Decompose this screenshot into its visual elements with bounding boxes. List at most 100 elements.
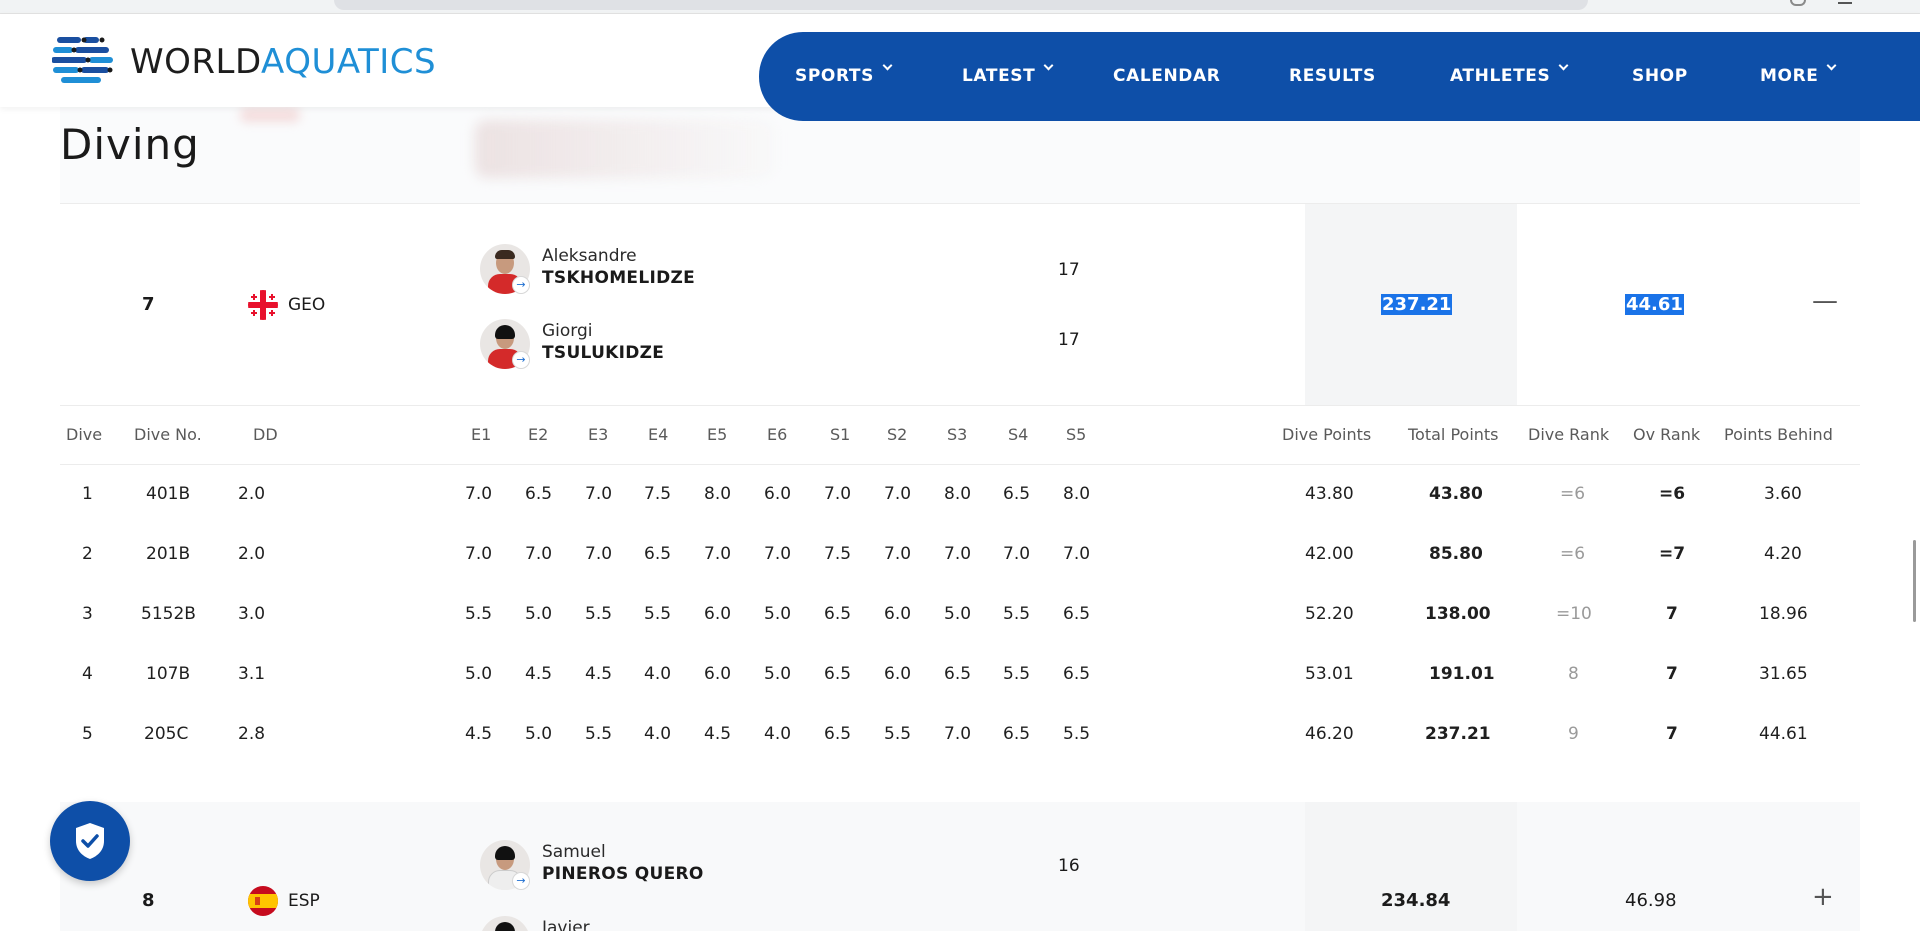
score-column-bg [1305,802,1517,931]
nav-shop[interactable]: SHOP [1632,32,1688,121]
team-row[interactable]: 7 GEO → Aleksandre TSKHOMELIDZE → Giorgi… [60,203,1860,405]
expand-plus-icon[interactable]: + [1812,882,1834,912]
cell-dive-rank: =10 [1556,604,1592,624]
cell-dd: 2.8 [238,724,266,744]
total-points: 237.21 [1381,294,1453,315]
profile-icon[interactable] [1790,0,1806,6]
team-rank: 8 [142,890,155,911]
col-header: E4 [648,425,669,444]
cell-s4: 6.5 [1003,724,1031,744]
country-code: GEO [288,295,326,315]
cell-ov-rank: 7 [1666,664,1678,684]
cell-total-points: 191.01 [1429,664,1495,684]
cell-e2: 5.0 [525,724,553,744]
cell-e1: 7.0 [465,484,493,504]
col-header: S5 [1066,425,1087,444]
cell-s3: 8.0 [944,484,972,504]
avatar [480,916,530,931]
cell-e6: 7.0 [764,544,792,564]
athlete-card[interactable]: → Samuel PINEROS QUERO [480,840,780,892]
blurred-previous-row [60,107,1860,203]
arrow-right-icon[interactable]: → [512,351,530,369]
brand-word-world: WORLD [130,42,262,82]
team-rank: 7 [142,294,155,315]
nav-shop-label: SHOP [1632,66,1688,86]
cell-dd: 2.0 [238,544,266,564]
cell-s2: 5.5 [884,724,912,744]
col-header: Points Behind [1724,425,1833,444]
arrow-right-icon[interactable]: → [512,276,530,294]
cell-e4: 7.5 [644,484,672,504]
cell-e6: 5.0 [764,664,792,684]
nav-more[interactable]: MORE [1760,32,1837,121]
blurred-flag [240,108,300,122]
cell-total-points: 85.80 [1429,544,1483,564]
cell-s5: 8.0 [1063,484,1091,504]
cell-e4: 6.5 [644,544,672,564]
points-behind: 44.61 [1625,294,1684,315]
nav-athletes[interactable]: ATHLETES [1450,32,1569,121]
cell-s4: 5.5 [1003,604,1031,624]
cell-s5: 6.5 [1063,664,1091,684]
cell-e4: 4.0 [644,664,672,684]
collapse-minus-icon[interactable]: — [1812,286,1838,316]
cell-e6: 5.0 [764,604,792,624]
arrow-right-icon[interactable]: → [512,872,530,890]
cell-e5: 6.0 [704,664,732,684]
col-header: E2 [528,425,549,444]
cell-e3: 7.0 [585,484,613,504]
cell-dive-no: 401B [146,484,191,504]
cell-dive: 1 [82,484,93,504]
world-aquatics-logo[interactable]: WORLDAQUATICS [52,34,512,90]
cell-dive-no: 201B [146,544,191,564]
chevron-down-icon [882,60,893,71]
window-control-icon[interactable] [1838,0,1852,4]
cell-dive-no: 205C [144,724,189,744]
nav-calendar[interactable]: CALENDAR [1113,32,1220,121]
table-row: 3 5152B 3.0 5.5 5.0 5.5 5.5 6.0 5.0 6.5 … [60,585,1860,645]
cell-e2: 4.5 [525,664,553,684]
col-header: S3 [947,425,968,444]
privacy-shield-button[interactable] [50,801,130,881]
cell-s3: 7.0 [944,544,972,564]
cell-total-points: 43.80 [1429,484,1483,504]
col-header: E5 [707,425,728,444]
athlete-first-name: Samuel [542,842,606,862]
address-bar[interactable] [334,0,1588,10]
cell-total-points: 237.21 [1425,724,1491,744]
team-row[interactable]: 8 ESP → Samuel PINEROS QUERO Javier 16 2… [60,802,1860,931]
nav-latest[interactable]: LATEST [962,32,1054,121]
cell-e1: 5.5 [465,604,493,624]
col-header: S2 [887,425,908,444]
athlete-last-name: TSKHOMELIDZE [542,268,696,288]
athlete-first-name: Javier [542,918,590,931]
site-header: WORLDAQUATICS SPORTS LATEST CALENDAR RES… [0,14,1920,121]
cell-dive: 5 [82,724,93,744]
athlete-first-name: Aleksandre [542,246,637,266]
athlete-last-name: PINEROS QUERO [542,864,704,884]
cell-e1: 7.0 [465,544,493,564]
cell-e5: 7.0 [704,544,732,564]
col-header: E6 [767,425,788,444]
cell-dive-rank: 8 [1568,664,1579,684]
cell-dive-points: 52.20 [1305,604,1354,624]
col-header: Total Points [1408,425,1499,444]
nav-calendar-label: CALENDAR [1113,66,1221,86]
cell-s1: 7.5 [824,544,852,564]
page-scrollbar-thumb[interactable] [1913,540,1916,622]
brand-word-aquatics: AQUATICS [261,42,437,82]
cell-s4: 7.0 [1003,544,1031,564]
shield-check-icon [76,823,104,859]
nav-sports[interactable]: SPORTS [795,32,893,121]
cell-dd: 3.0 [238,604,266,624]
cell-s1: 6.5 [824,604,852,624]
cell-points-behind: 44.61 [1759,724,1808,744]
athlete-card[interactable]: Javier [480,916,780,931]
athlete-card[interactable]: → Aleksandre TSKHOMELIDZE [480,244,780,296]
athlete-card[interactable]: → Giorgi TSULUKIDZE [480,319,780,371]
cell-e3: 5.5 [585,604,613,624]
nav-results[interactable]: RESULTS [1289,32,1376,121]
page-title: Diving [60,120,200,169]
cell-e2: 7.0 [525,544,553,564]
col-header: Dive No. [134,425,202,444]
